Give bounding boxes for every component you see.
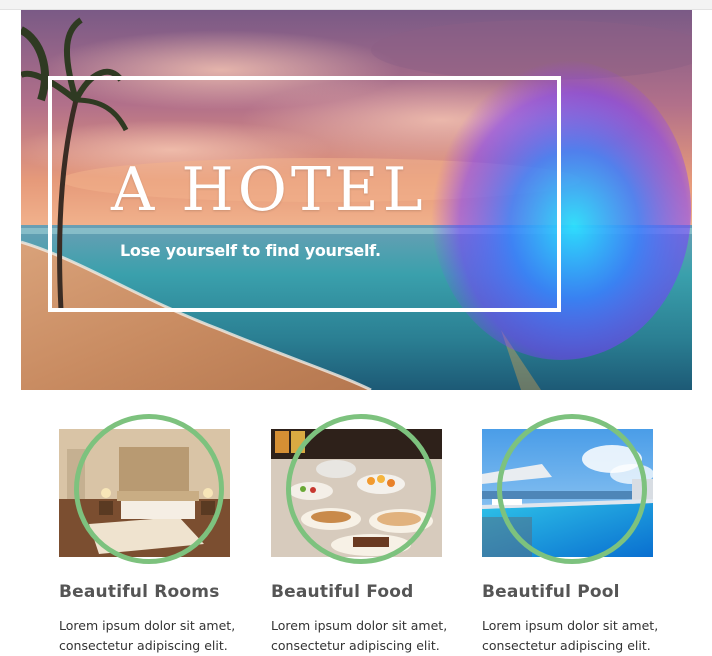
- hero-title: A HOTEL: [111, 155, 427, 225]
- card-text: Lorem ipsum dolor sit amet, consectetur …: [59, 618, 236, 653]
- pool-highlight-ring: [497, 414, 647, 564]
- card-text: Lorem ipsum dolor sit amet, consectetur …: [271, 618, 448, 653]
- card-text: Lorem ipsum dolor sit amet, consectetur …: [482, 618, 659, 653]
- browser-top-bar: [0, 0, 712, 10]
- food-highlight-ring: [286, 414, 436, 564]
- page-gutter: [692, 10, 712, 390]
- rooms-highlight-ring: [74, 414, 224, 564]
- card-title: Beautiful Food: [271, 582, 414, 602]
- card-title: Beautiful Pool: [482, 582, 620, 602]
- hero-tagline: Lose yourself to find yourself.: [120, 241, 381, 260]
- card-title: Beautiful Rooms: [59, 582, 220, 602]
- hero-banner: A HOTEL Lose yourself to find yourself.: [21, 10, 692, 390]
